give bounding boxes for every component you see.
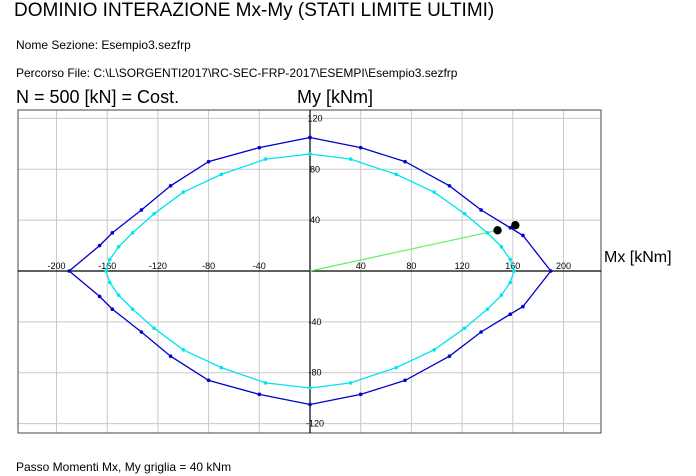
domain-point: [67, 269, 71, 273]
domain-point: [508, 257, 513, 262]
x-tick-label: -80: [202, 261, 215, 271]
domain-point: [485, 231, 490, 235]
domain-point: [97, 243, 102, 248]
domain-point: [308, 152, 312, 156]
domain-point: [104, 269, 108, 273]
domain-point: [181, 190, 186, 194]
x-tick-label: 200: [556, 261, 571, 271]
x-tick-label: 80: [406, 261, 416, 271]
domain-point: [432, 190, 437, 194]
domain-point: [358, 145, 363, 150]
domain-point: [462, 326, 467, 331]
domain-point: [116, 293, 121, 297]
domain-point: [168, 183, 173, 188]
domain-point: [152, 211, 156, 216]
domain-point: [168, 354, 173, 359]
domain-point: [447, 354, 452, 359]
domain-point: [394, 365, 398, 370]
domain-point: [130, 307, 135, 311]
domain-point: [116, 245, 121, 249]
domain-point: [206, 159, 211, 164]
y-tick-label: 80: [310, 164, 320, 174]
domain-point: [485, 307, 490, 311]
domain-point: [394, 172, 398, 177]
domain-point: [447, 183, 452, 188]
domain-point: [206, 378, 211, 383]
domain-point: [308, 386, 312, 390]
domain-point: [403, 378, 407, 383]
domain-point: [263, 381, 268, 385]
x-tick-label: -40: [253, 261, 266, 271]
domain-point: [257, 392, 262, 397]
domain-point: [508, 280, 513, 285]
domain-point: [508, 312, 513, 317]
domain-point: [257, 145, 262, 150]
domain-point: [219, 365, 224, 370]
domain-point: [462, 211, 467, 216]
domain-point: [139, 330, 144, 334]
domain-point: [97, 294, 102, 299]
domain-point: [358, 392, 363, 397]
interaction-domain-chart: -200 -160 -120 -80 -40 40 80 120 160 2001208040-4…: [17, 109, 602, 434]
domain-point: [152, 326, 156, 331]
y-tick-label: -120: [306, 419, 324, 429]
domain-point: [512, 269, 516, 273]
domain-point: [403, 159, 407, 164]
domain-point: [308, 402, 312, 407]
highlight-point: [493, 226, 502, 235]
x-tick-label: 40: [356, 261, 366, 271]
domain-point: [521, 304, 525, 309]
domain-point: [499, 245, 504, 249]
domain-point: [139, 208, 144, 212]
domain-point: [432, 348, 437, 352]
domain-point: [348, 381, 353, 385]
domain-point: [107, 257, 112, 262]
domain-point: [479, 208, 483, 212]
y-tick-label: 120: [307, 113, 322, 123]
y-tick-label: 40: [310, 215, 320, 225]
highlight-point: [511, 221, 520, 230]
domain-point: [107, 280, 112, 285]
y-tick-label: -80: [308, 368, 321, 378]
y-tick-label: -40: [308, 317, 321, 327]
domain-point: [521, 233, 525, 238]
domain-point: [479, 330, 483, 334]
domain-point: [130, 231, 135, 235]
domain-point: [219, 172, 224, 177]
domain-point: [308, 135, 312, 140]
domain-point: [110, 231, 115, 235]
domain-point: [348, 157, 353, 161]
domain-point: [263, 157, 268, 161]
domain-point: [181, 348, 186, 352]
domain-point: [110, 307, 115, 311]
x-tick-label: -120: [149, 261, 167, 271]
x-tick-label: 120: [455, 261, 470, 271]
domain-point: [499, 293, 504, 297]
x-tick-label: -200: [48, 261, 66, 271]
domain-point: [549, 269, 553, 273]
